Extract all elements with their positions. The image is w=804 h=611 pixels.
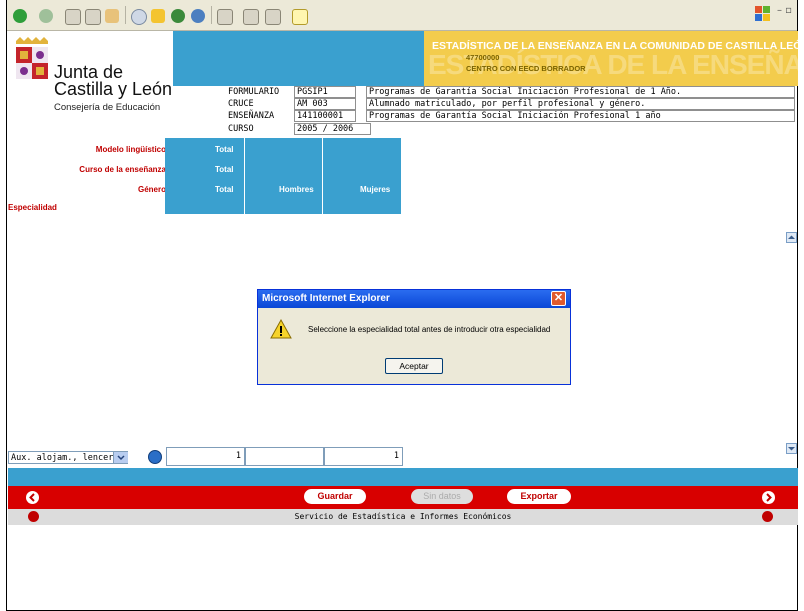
field-desc-ensenanza: Programas de Garantía Social Iniciación … <box>366 110 795 122</box>
field-code-ensenanza: 141100001 <box>294 110 356 122</box>
col-total-modelo: Total <box>215 145 234 154</box>
export-button[interactable]: Exportar <box>507 489 571 504</box>
field-desc-cruce: Alumnado matriculado, por perfil profesi… <box>366 98 795 110</box>
field-desc-formulario: Programas de Garantía Social Iniciación … <box>366 86 795 98</box>
col-hombres: Hombres <box>279 185 314 194</box>
field-label-cruce: CRUCE <box>228 99 254 109</box>
col-total-curso: Total <box>215 165 234 174</box>
field-label-curso: CURSO <box>228 124 254 134</box>
dialog-message: Seleccione la especialidad total antes d… <box>308 325 551 334</box>
col-total-genero: Total <box>215 185 234 194</box>
save-button[interactable]: Guardar <box>304 489 366 504</box>
header-grid: Total Total Total Hombres Mujeres <box>165 138 401 214</box>
banner-blue <box>173 31 424 86</box>
especialidad-select[interactable]: Aux. alojam., lencería <box>8 451 128 464</box>
field-code-cruce: AM 003 <box>294 98 356 110</box>
back-arrow-icon[interactable] <box>26 491 39 504</box>
col-mujeres: Mujeres <box>360 185 391 194</box>
coat-of-arms-icon <box>16 37 48 79</box>
field-label-ensenanza: ENSEÑANZA <box>228 111 275 121</box>
field-code-curso: 2005 / 2006 <box>294 123 371 135</box>
row-label-genero: Género <box>137 185 166 194</box>
forward-arrow-icon[interactable] <box>762 491 775 504</box>
field-label-formulario: FORMULARIO <box>228 87 280 97</box>
ok-button[interactable]: Aceptar <box>385 358 443 374</box>
org-name-line2: Castilla y León <box>54 79 173 99</box>
value-total-input[interactable]: 1 <box>166 447 245 466</box>
scroll-up-button[interactable] <box>786 232 797 243</box>
center-status: CENTRO CON EECD BORRADOR <box>466 64 586 73</box>
warning-icon <box>270 319 292 339</box>
row-label-curso: Curso de la enseñanza <box>79 165 166 174</box>
chevron-down-icon[interactable] <box>113 452 128 463</box>
close-icon[interactable]: ✕ <box>551 291 566 306</box>
action-bar <box>8 486 798 509</box>
value-hombres-input[interactable] <box>245 447 324 466</box>
scroll-down-button[interactable] <box>786 443 797 454</box>
banner-title: ESTADÍSTICA DE LA ENSEÑANZA EN LA COMUNI… <box>432 40 804 52</box>
row-label-modelo: Modelo lingüístico <box>95 145 166 154</box>
center-code: 47700000 <box>466 53 500 62</box>
separator-bar <box>8 468 798 486</box>
especialidad-label: Especialidad <box>8 203 57 212</box>
footer-text: Servicio de Estadística e Informes Econó… <box>294 512 512 521</box>
dialog-title: Microsoft Internet Explorer <box>262 293 390 304</box>
org-department: Consejería de Educación <box>54 102 161 113</box>
logo-block: Junta de Castilla y León Consejería de E… <box>8 31 173 141</box>
no-data-button[interactable]: Sin datos <box>411 489 473 504</box>
go-icon[interactable] <box>148 450 162 464</box>
field-code-formulario: PGSIP1 <box>294 86 356 98</box>
value-mujeres-input[interactable]: 1 <box>324 447 403 466</box>
